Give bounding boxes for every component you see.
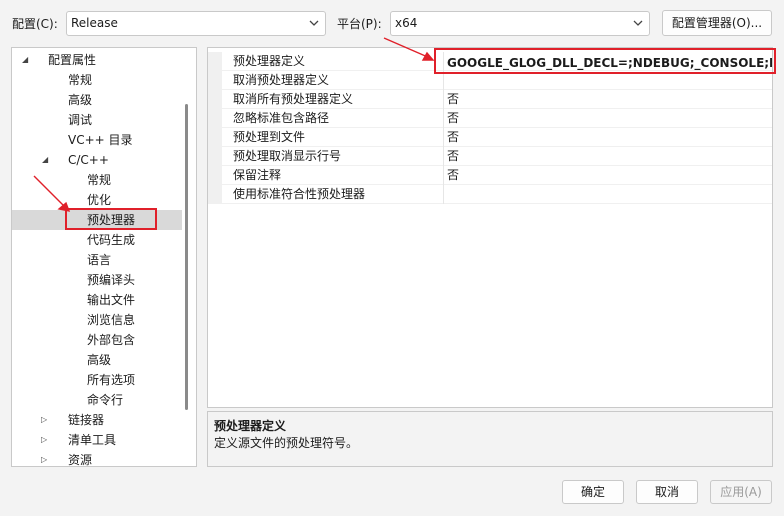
annotation-arrows [33, 37, 435, 212]
annotation-arrow-value [383, 37, 431, 59]
annotation-arrow-tree [33, 175, 67, 209]
